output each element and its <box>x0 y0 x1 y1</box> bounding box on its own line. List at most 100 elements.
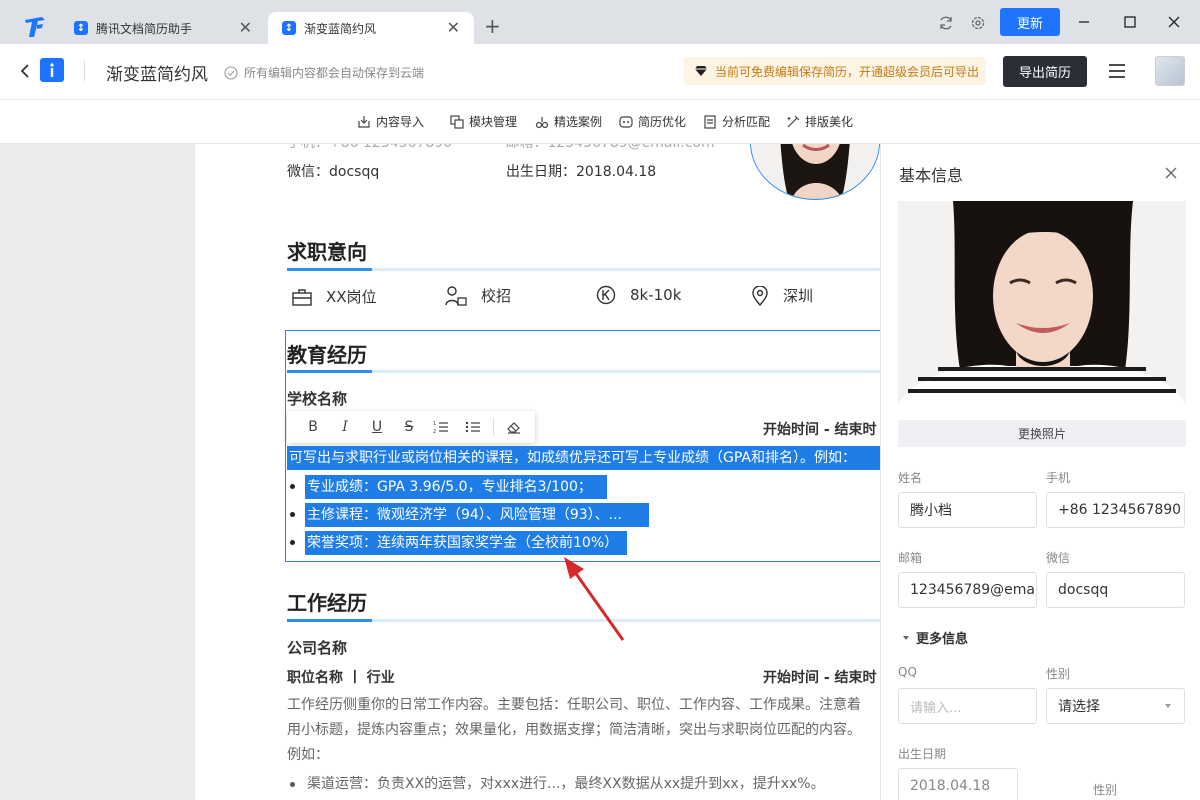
toolbar-layout-beautify[interactable]: 排版美化 <box>786 113 853 130</box>
close-icon[interactable]: ✕ <box>447 20 460 36</box>
education-bullet-selected[interactable]: 专业成绩：GPA 3.96/5.0，专业排名3/100； <box>305 475 607 499</box>
beautify-icon <box>787 115 800 127</box>
intent-position[interactable]: XX岗位 <box>292 286 377 307</box>
ordered-list-icon[interactable]: 12 <box>425 420 457 434</box>
toolbar-label: 分析匹配 <box>722 115 771 129</box>
modules-icon <box>450 114 464 129</box>
new-tab-icon[interactable]: + <box>484 16 501 36</box>
work-description-line[interactable]: 例如： <box>287 744 329 764</box>
cases-icon <box>535 116 549 128</box>
intent-label: XX岗位 <box>326 288 377 306</box>
name-field[interactable]: 腾小档 <box>898 492 1037 528</box>
bullet-dot <box>290 540 295 545</box>
tab-resume-assistant[interactable]: ↕ 腾讯文档简历助手 ✕ <box>60 12 266 44</box>
avatar[interactable] <box>1155 56 1185 86</box>
menu-icon[interactable] <box>1108 63 1126 79</box>
education-bullet-selected[interactable]: 主修课程：微观经济学（94）、风险管理（93）、... <box>305 503 649 527</box>
contact-cut-off-row: 手机：+86 1234567890 邮箱：123456789@email.com <box>287 144 715 152</box>
bullet-dot <box>290 484 295 489</box>
optimize-icon <box>619 115 633 128</box>
contact-birthday[interactable]: 出生日期：2018.04.18 <box>506 161 656 181</box>
section-title-work[interactable]: 工作经历 <box>287 587 367 616</box>
tab-gradient-blue[interactable]: ↕ 渐变蓝简约风 ✕ <box>268 12 474 44</box>
close-icon[interactable]: ✕ <box>239 20 252 36</box>
intent-city[interactable]: 深圳 <box>751 285 813 306</box>
browser-tab-bar: ↕ 腾讯文档简历助手 ✕ ↕ 渐变蓝简约风 ✕ + 更新 <box>0 0 1200 44</box>
section-title-intent[interactable]: 求职意向 <box>287 236 367 265</box>
company-name[interactable]: 公司名称 <box>287 637 347 658</box>
birthday-label: 出生日期 <box>898 747 947 761</box>
profile-photo[interactable] <box>898 201 1186 404</box>
underline-icon[interactable]: U <box>361 419 393 435</box>
diamond-icon <box>695 66 707 76</box>
document-logo-icon <box>40 58 64 82</box>
education-period[interactable]: 开始时间 - 结束时 <box>763 419 877 439</box>
strikethrough-icon[interactable]: S <box>393 419 425 435</box>
resume-photo[interactable] <box>750 144 880 200</box>
toolbar-label: 精选案例 <box>554 115 603 129</box>
intent-type[interactable]: 校招 <box>445 285 511 306</box>
tencent-docs-logo-icon[interactable] <box>22 14 48 40</box>
document-header: 渐变蓝简约风 所有编辑内容都会自动保存到云端 当前可免费编辑保存简历，开通超级会… <box>0 44 1200 100</box>
more-info-label: 更多信息 <box>916 632 969 647</box>
toolbar-analyze-match[interactable]: 分析匹配 <box>703 113 770 130</box>
italic-icon[interactable]: I <box>329 419 361 435</box>
import-icon <box>358 115 370 128</box>
wechat-field[interactable]: docsqq <box>1046 572 1185 608</box>
doc-tab-icon: ↕ <box>74 21 88 35</box>
intent-label: 8k-10k <box>630 286 682 304</box>
intent-label: 校招 <box>481 287 512 305</box>
birthday-field[interactable]: 2018.04.18 <box>898 768 1018 800</box>
maximize-icon[interactable] <box>1120 12 1140 32</box>
person-card-icon <box>445 285 467 306</box>
toolbar-label: 模块管理 <box>469 115 518 129</box>
analyze-icon <box>704 114 716 129</box>
toolbar-label: 内容导入 <box>376 115 425 129</box>
wechat-label: 微信 <box>1046 551 1071 565</box>
section-title-education[interactable]: 教育经历 <box>287 339 367 368</box>
minimize-icon[interactable] <box>1074 12 1094 32</box>
salary-icon <box>596 285 616 305</box>
bullet-list-icon[interactable] <box>457 420 489 434</box>
intent-salary[interactable]: 8k-10k <box>596 285 681 305</box>
toolbar-import-content[interactable]: 内容导入 <box>357 113 424 130</box>
text-format-toolbar: B I U S 12 <box>287 411 535 443</box>
gender-select[interactable]: 请选择 <box>1046 688 1185 724</box>
gender-select-value: 请选择 <box>1058 699 1100 715</box>
name-label: 姓名 <box>898 471 923 485</box>
resume-page[interactable]: 手机：+86 1234567890 邮箱：123456789@email.com… <box>195 144 881 800</box>
export-resume-button[interactable]: 导出简历 <box>1003 56 1087 87</box>
gender-label: 性别 <box>1046 667 1071 681</box>
refresh-icon[interactable] <box>938 15 954 31</box>
contact-wechat[interactable]: 微信：docsqq <box>287 161 379 181</box>
document-title[interactable]: 渐变蓝简约风 <box>106 60 208 85</box>
vip-notice[interactable]: 当前可免费编辑保存简历，开通超级会员后可导出 <box>684 57 986 85</box>
eraser-icon[interactable] <box>498 420 530 434</box>
more-info-toggle[interactable]: 更多信息 <box>901 628 968 647</box>
toolbar-label: 简历优化 <box>638 115 687 129</box>
toolbar-module-management[interactable]: 模块管理 <box>450 113 517 130</box>
gear-icon[interactable] <box>970 15 986 31</box>
window-close-icon[interactable] <box>1164 12 1184 32</box>
position-industry[interactable]: 职位名称 丨 行业 <box>287 667 395 687</box>
close-icon[interactable] <box>1164 166 1178 180</box>
update-button[interactable]: 更新 <box>1000 8 1060 36</box>
work-bullet[interactable]: 渠道运营：负责XX的运营，对xxx进行...，最终XX数据从xx提升到xx，提升… <box>307 773 825 793</box>
qq-label: QQ <box>898 665 917 679</box>
format-divider <box>493 418 494 436</box>
school-name[interactable]: 学校名称 <box>287 388 347 409</box>
work-period[interactable]: 开始时间 - 结束时 <box>763 667 877 687</box>
email-field[interactable]: 123456789@ema <box>898 572 1037 608</box>
back-icon[interactable] <box>18 63 32 79</box>
bold-icon[interactable]: B <box>297 419 329 435</box>
work-description-line[interactable]: 用小标题，提炼内容重点；效果量化，用数据支撑；简洁清晰，突出与求职岗位匹配的内容… <box>287 719 861 739</box>
qq-field[interactable]: 请输入... <box>898 688 1037 724</box>
toolbar-featured-cases[interactable]: 精选案例 <box>535 113 602 130</box>
phone-field[interactable]: +86 1234567890 <box>1046 492 1185 528</box>
gender-label-secondary: 性别 <box>1093 783 1118 797</box>
change-photo-button[interactable]: 更换照片 <box>898 420 1186 447</box>
work-description-line[interactable]: 工作经历侧重你的日常工作内容。主要包括：任职公司、职位、工作内容、工作成果。注意… <box>287 694 861 714</box>
toolbar-resume-optimize[interactable]: 简历优化 <box>619 113 686 130</box>
education-intro-selected[interactable]: 可写出与求职行业或岗位相关的课程，如成绩优异还可写上专业成绩（GPA和排名）。例… <box>287 446 881 470</box>
email-label: 邮箱 <box>898 551 923 565</box>
